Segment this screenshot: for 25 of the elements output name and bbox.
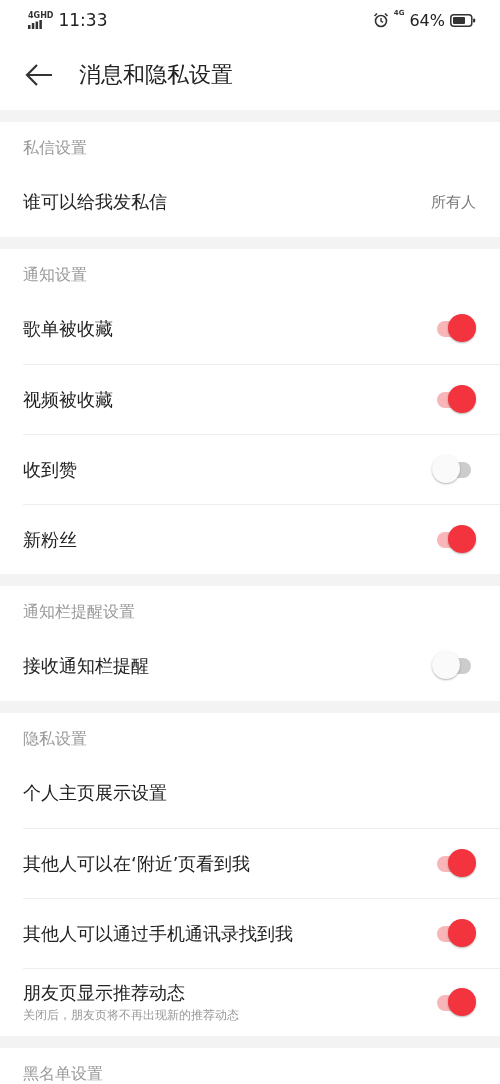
network-label: 4GHD (28, 11, 54, 20)
section-title: 通知设置 (22, 264, 88, 286)
section-title: 隐私设置 (22, 728, 88, 750)
setting-label[interactable]: 收到赞 (23, 457, 77, 482)
setting-label[interactable]: 朋友页显示推荐动态 (23, 981, 239, 1005)
setting-label[interactable]: 接收通知栏提醒 (23, 654, 149, 678)
setting-note: 关闭后，朋友页将不再出现新的推荐动态 (23, 1007, 239, 1024)
page-title: 消息和隐私设置 (79, 61, 233, 89)
battery-icon (450, 13, 476, 27)
alarm-icon (372, 12, 389, 28)
section-title: 通知栏提醒设置 (22, 601, 136, 623)
setting-label[interactable]: 新粉丝 (23, 527, 77, 552)
setting-label[interactable]: 其他人可以在‘附近’页看到我 (23, 851, 251, 876)
back-arrow-icon[interactable] (24, 63, 54, 87)
battery-percent: 64% (409, 10, 445, 30)
signal-icon (28, 20, 42, 29)
section-title: 黑名单设置 (22, 1063, 104, 1084)
setting-value[interactable]: 所有人 (431, 192, 476, 212)
section-title: 私信设置 (22, 137, 88, 159)
setting-label[interactable]: 视频被收藏 (23, 387, 113, 412)
setting-label[interactable]: 其他人可以通过手机通讯录找到我 (23, 921, 293, 946)
setting-label[interactable]: 歌单被收藏 (23, 317, 113, 341)
setting-label[interactable]: 谁可以给我发私信 (23, 190, 167, 214)
status-time: 11:33 (58, 10, 108, 30)
setting-label[interactable]: 个人主页展示设置 (23, 781, 167, 805)
